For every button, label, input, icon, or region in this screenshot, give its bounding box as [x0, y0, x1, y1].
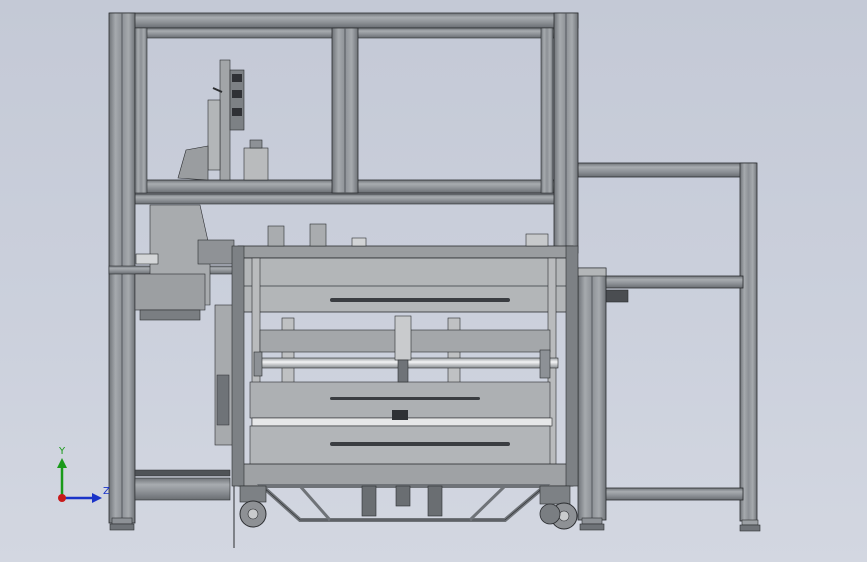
x-axis-origin: [58, 494, 66, 502]
vertical-actuator-module: [177, 59, 269, 181]
undercarriage: [256, 484, 551, 522]
machine-assembly-model[interactable]: Y Z: [0, 0, 867, 562]
z-axis-label: Z: [103, 486, 110, 497]
y-axis-arrowhead: [57, 458, 67, 468]
y-axis-label: Y: [58, 446, 66, 457]
caster-wheel-right: [539, 485, 578, 530]
coordinate-triad: Y Z: [57, 446, 110, 503]
z-axis-arrowhead: [92, 493, 102, 503]
cad-viewport[interactable]: Y Z: [0, 0, 867, 562]
caster-wheel-left: [239, 485, 267, 528]
left-feeder-mechanism: [134, 204, 236, 446]
